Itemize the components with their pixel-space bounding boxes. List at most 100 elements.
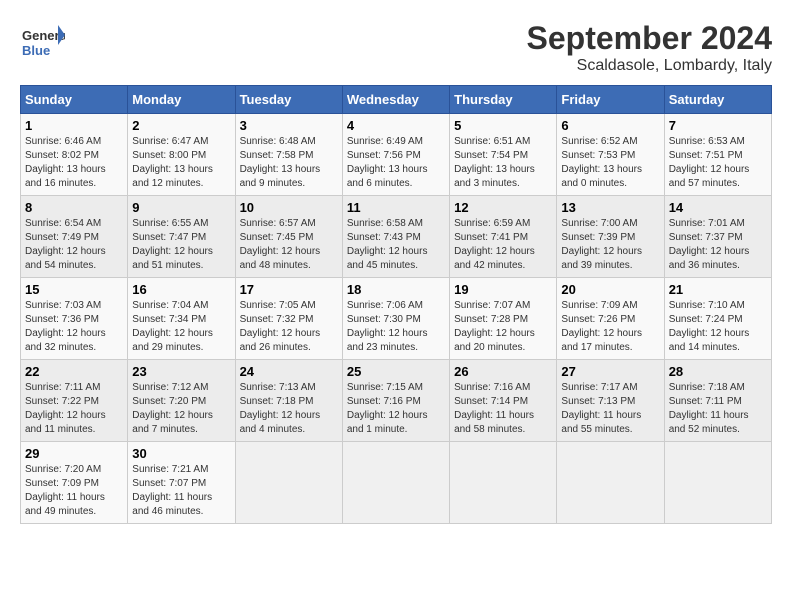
title-block: September 2024 Scaldasole, Lombardy, Ita… bbox=[527, 20, 772, 75]
day-number: 15 bbox=[25, 282, 123, 297]
page-title: September 2024 bbox=[527, 20, 772, 57]
day-info: Sunrise: 7:16 AMSunset: 7:14 PMDaylight:… bbox=[454, 382, 534, 435]
calendar-day-7: 7 Sunrise: 6:53 AMSunset: 7:51 PMDaylight… bbox=[664, 114, 771, 196]
calendar-day-22: 22 Sunrise: 7:11 AMSunset: 7:22 PMDayligh… bbox=[21, 360, 128, 442]
calendar-table: SundayMondayTuesdayWednesdayThursdayFrid… bbox=[20, 85, 772, 524]
day-info: Sunrise: 6:55 AMSunset: 7:47 PMDaylight:… bbox=[132, 218, 213, 271]
day-info: Sunrise: 7:12 AMSunset: 7:20 PMDaylight:… bbox=[132, 382, 213, 435]
day-info: Sunrise: 7:17 AMSunset: 7:13 PMDaylight:… bbox=[561, 382, 641, 435]
calendar-day-11: 11 Sunrise: 6:58 AMSunset: 7:43 PMDayligh… bbox=[342, 196, 449, 278]
day-number: 23 bbox=[132, 364, 230, 379]
day-info: Sunrise: 6:48 AMSunset: 7:58 PMDaylight:… bbox=[240, 136, 321, 189]
day-number: 27 bbox=[561, 364, 659, 379]
calendar-day-29: 29 Sunrise: 7:20 AMSunset: 7:09 PMDayligh… bbox=[21, 442, 128, 524]
logo: General Blue bbox=[20, 20, 64, 60]
calendar-day-3: 3 Sunrise: 6:48 AMSunset: 7:58 PMDaylight… bbox=[235, 114, 342, 196]
day-info: Sunrise: 7:07 AMSunset: 7:28 PMDaylight:… bbox=[454, 300, 535, 353]
calendar-day-6: 6 Sunrise: 6:52 AMSunset: 7:53 PMDaylight… bbox=[557, 114, 664, 196]
calendar-day-23: 23 Sunrise: 7:12 AMSunset: 7:20 PMDayligh… bbox=[128, 360, 235, 442]
day-number: 6 bbox=[561, 118, 659, 133]
calendar-day-18: 18Sunrise: 7:06 AMSunset: 7:30 PMDayligh… bbox=[342, 278, 449, 360]
day-info: Sunrise: 7:18 AMSunset: 7:11 PMDaylight:… bbox=[669, 382, 749, 435]
calendar-day-5: 5 Sunrise: 6:51 AMSunset: 7:54 PMDaylight… bbox=[450, 114, 557, 196]
day-number: 17 bbox=[240, 282, 338, 297]
day-number: 9 bbox=[132, 200, 230, 215]
day-number: 2 bbox=[132, 118, 230, 133]
day-info: Sunrise: 6:53 AMSunset: 7:51 PMDaylight:… bbox=[669, 136, 750, 189]
calendar-day-27: 27 Sunrise: 7:17 AMSunset: 7:13 PMDayligh… bbox=[557, 360, 664, 442]
header-monday: Monday bbox=[128, 86, 235, 114]
day-number: 1 bbox=[25, 118, 123, 133]
day-number: 25 bbox=[347, 364, 445, 379]
day-info: Sunrise: 7:13 AMSunset: 7:18 PMDaylight:… bbox=[240, 382, 321, 435]
day-number: 29 bbox=[25, 446, 123, 461]
day-info: Sunrise: 6:47 AMSunset: 8:00 PMDaylight:… bbox=[132, 136, 213, 189]
day-info: Sunrise: 7:11 AMSunset: 7:22 PMDaylight:… bbox=[25, 382, 106, 435]
day-info: Sunrise: 6:58 AMSunset: 7:43 PMDaylight:… bbox=[347, 218, 428, 271]
calendar-week-3: 15Sunrise: 7:03 AMSunset: 7:36 PMDayligh… bbox=[21, 278, 772, 360]
calendar-day-15: 15Sunrise: 7:03 AMSunset: 7:36 PMDayligh… bbox=[21, 278, 128, 360]
day-number: 12 bbox=[454, 200, 552, 215]
day-number: 8 bbox=[25, 200, 123, 215]
day-number: 30 bbox=[132, 446, 230, 461]
day-info: Sunrise: 7:00 AMSunset: 7:39 PMDaylight:… bbox=[561, 218, 642, 271]
calendar-day-4: 4Sunrise: 6:49 AMSunset: 7:56 PMDaylight… bbox=[342, 114, 449, 196]
day-number: 28 bbox=[669, 364, 767, 379]
header-wednesday: Wednesday bbox=[342, 86, 449, 114]
calendar-day-14: 14Sunrise: 7:01 AMSunset: 7:37 PMDayligh… bbox=[664, 196, 771, 278]
day-number: 21 bbox=[669, 282, 767, 297]
day-info: Sunrise: 7:20 AMSunset: 7:09 PMDaylight:… bbox=[25, 464, 105, 517]
calendar-day-empty bbox=[664, 442, 771, 524]
header-sunday: Sunday bbox=[21, 86, 128, 114]
calendar-day-17: 17Sunrise: 7:05 AMSunset: 7:32 PMDayligh… bbox=[235, 278, 342, 360]
day-number: 26 bbox=[454, 364, 552, 379]
day-number: 7 bbox=[669, 118, 767, 133]
day-number: 11 bbox=[347, 200, 445, 215]
calendar-week-1: 1 Sunrise: 6:46 AMSunset: 8:02 PMDaylight… bbox=[21, 114, 772, 196]
day-info: Sunrise: 6:52 AMSunset: 7:53 PMDaylight:… bbox=[561, 136, 642, 189]
day-info: Sunrise: 7:06 AMSunset: 7:30 PMDaylight:… bbox=[347, 300, 428, 353]
calendar-week-2: 8Sunrise: 6:54 AMSunset: 7:49 PMDaylight… bbox=[21, 196, 772, 278]
day-info: Sunrise: 7:01 AMSunset: 7:37 PMDaylight:… bbox=[669, 218, 750, 271]
header-friday: Friday bbox=[557, 86, 664, 114]
day-number: 19 bbox=[454, 282, 552, 297]
calendar-day-13: 13 Sunrise: 7:00 AMSunset: 7:39 PMDayligh… bbox=[557, 196, 664, 278]
day-info: Sunrise: 7:04 AMSunset: 7:34 PMDaylight:… bbox=[132, 300, 213, 353]
day-info: Sunrise: 7:10 AMSunset: 7:24 PMDaylight:… bbox=[669, 300, 750, 353]
day-number: 13 bbox=[561, 200, 659, 215]
day-info: Sunrise: 6:46 AMSunset: 8:02 PMDaylight:… bbox=[25, 136, 106, 189]
calendar-day-2: 2 Sunrise: 6:47 AMSunset: 8:00 PMDaylight… bbox=[128, 114, 235, 196]
calendar-day-19: 19 Sunrise: 7:07 AMSunset: 7:28 PMDayligh… bbox=[450, 278, 557, 360]
calendar-day-21: 21 Sunrise: 7:10 AMSunset: 7:24 PMDayligh… bbox=[664, 278, 771, 360]
day-info: Sunrise: 6:51 AMSunset: 7:54 PMDaylight:… bbox=[454, 136, 535, 189]
calendar-day-empty bbox=[450, 442, 557, 524]
day-info: Sunrise: 6:59 AMSunset: 7:41 PMDaylight:… bbox=[454, 218, 535, 271]
svg-text:Blue: Blue bbox=[22, 43, 50, 58]
calendar-day-28: 28 Sunrise: 7:18 AMSunset: 7:11 PMDayligh… bbox=[664, 360, 771, 442]
day-number: 3 bbox=[240, 118, 338, 133]
day-number: 16 bbox=[132, 282, 230, 297]
header-saturday: Saturday bbox=[664, 86, 771, 114]
day-info: Sunrise: 7:21 AMSunset: 7:07 PMDaylight:… bbox=[132, 464, 212, 517]
day-info: Sunrise: 7:15 AMSunset: 7:16 PMDaylight:… bbox=[347, 382, 428, 435]
calendar-day-24: 24 Sunrise: 7:13 AMSunset: 7:18 PMDayligh… bbox=[235, 360, 342, 442]
calendar-day-1: 1 Sunrise: 6:46 AMSunset: 8:02 PMDaylight… bbox=[21, 114, 128, 196]
calendar-header-row: SundayMondayTuesdayWednesdayThursdayFrid… bbox=[21, 86, 772, 114]
calendar-day-25: 25 Sunrise: 7:15 AMSunset: 7:16 PMDayligh… bbox=[342, 360, 449, 442]
day-number: 5 bbox=[454, 118, 552, 133]
page-subtitle: Scaldasole, Lombardy, Italy bbox=[527, 57, 772, 75]
calendar-day-12: 12 Sunrise: 6:59 AMSunset: 7:41 PMDayligh… bbox=[450, 196, 557, 278]
logo-icon: General Blue bbox=[20, 20, 60, 60]
day-number: 4 bbox=[347, 118, 445, 133]
calendar-day-16: 16 Sunrise: 7:04 AMSunset: 7:34 PMDayligh… bbox=[128, 278, 235, 360]
calendar-day-empty bbox=[235, 442, 342, 524]
calendar-day-8: 8Sunrise: 6:54 AMSunset: 7:49 PMDaylight… bbox=[21, 196, 128, 278]
calendar-day-empty bbox=[557, 442, 664, 524]
calendar-day-30: 30 Sunrise: 7:21 AMSunset: 7:07 PMDayligh… bbox=[128, 442, 235, 524]
day-number: 10 bbox=[240, 200, 338, 215]
day-number: 24 bbox=[240, 364, 338, 379]
day-info: Sunrise: 7:09 AMSunset: 7:26 PMDaylight:… bbox=[561, 300, 642, 353]
calendar-day-10: 10Sunrise: 6:57 AMSunset: 7:45 PMDayligh… bbox=[235, 196, 342, 278]
day-number: 22 bbox=[25, 364, 123, 379]
calendar-day-20: 20Sunrise: 7:09 AMSunset: 7:26 PMDayligh… bbox=[557, 278, 664, 360]
